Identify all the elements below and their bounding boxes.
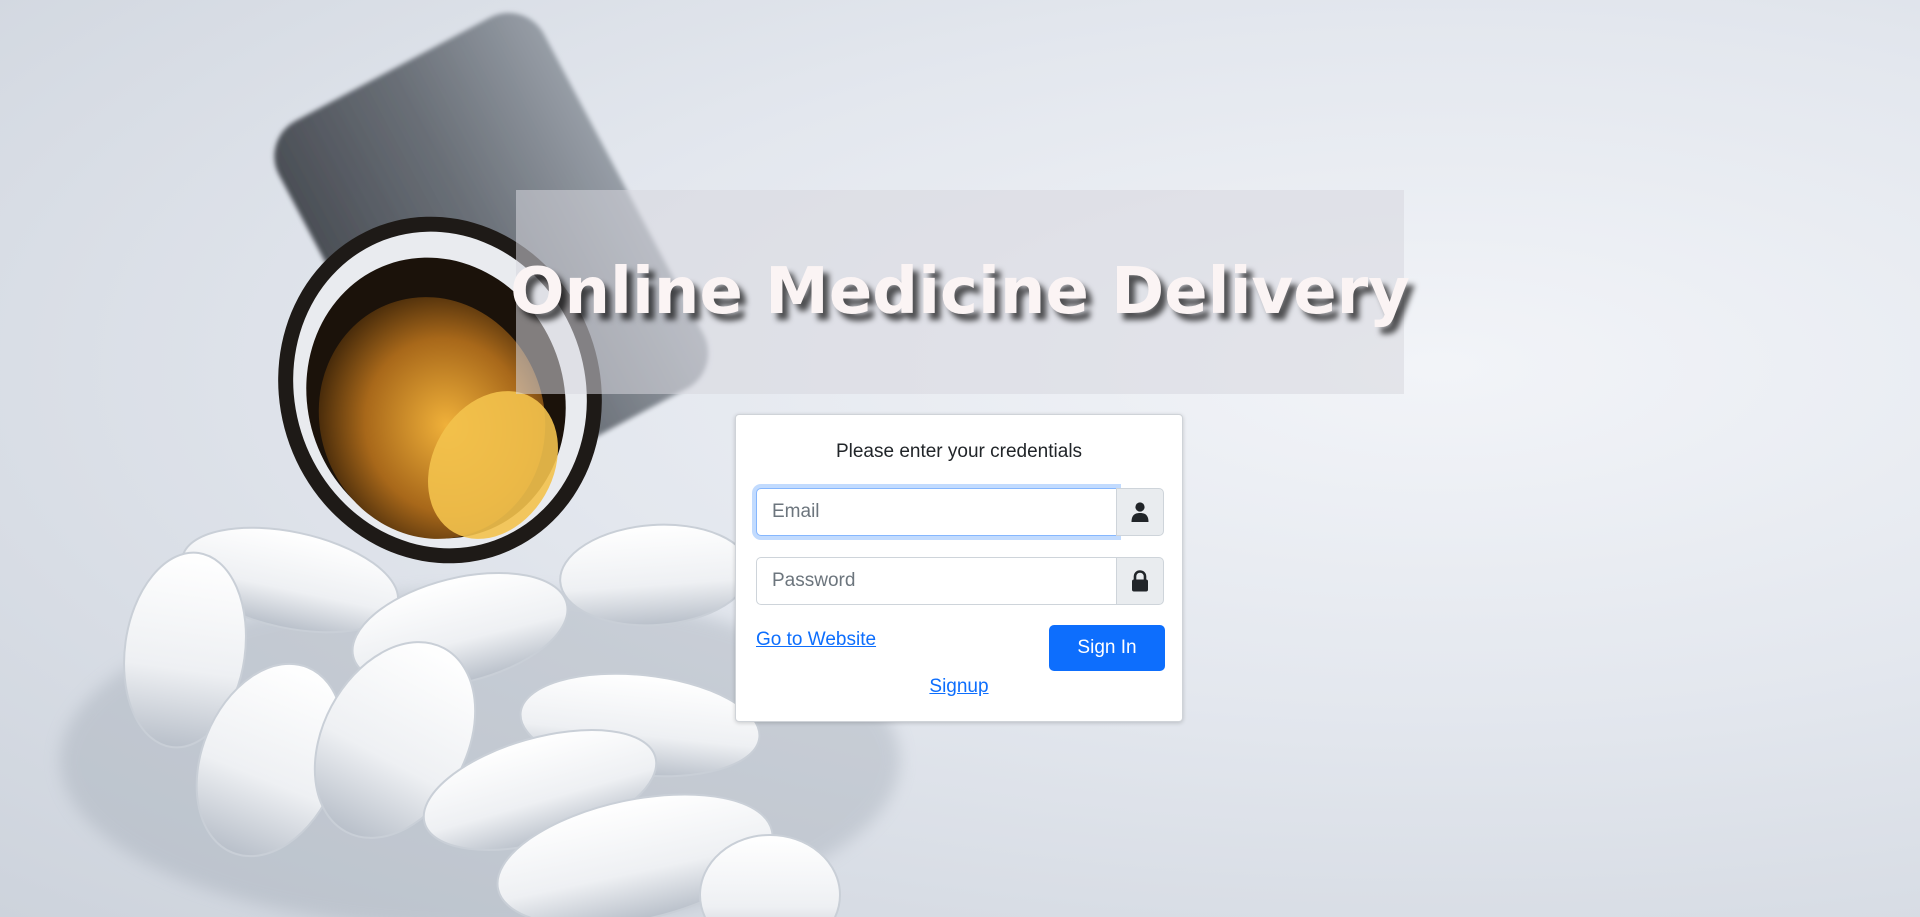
email-input[interactable] — [756, 488, 1117, 536]
password-input-group — [756, 557, 1164, 605]
password-input[interactable] — [756, 557, 1117, 605]
sign-in-button[interactable]: Sign In — [1049, 625, 1165, 671]
page-title: Online Medicine Delivery — [510, 255, 1410, 329]
signup-link[interactable]: Signup — [929, 676, 988, 697]
email-input-group — [756, 488, 1164, 536]
email-addon — [1116, 488, 1164, 536]
go-to-website-link[interactable]: Go to Website — [756, 629, 876, 651]
signup-row: Signup — [736, 676, 1182, 698]
lock-icon — [1132, 570, 1148, 592]
user-icon — [1131, 502, 1149, 522]
login-heading: Please enter your credentials — [835, 441, 1083, 462]
title-banner: Online Medicine Delivery — [510, 190, 1410, 394]
password-addon — [1116, 557, 1164, 605]
login-card: Please enter your credentials Go to Webs… — [735, 414, 1183, 722]
